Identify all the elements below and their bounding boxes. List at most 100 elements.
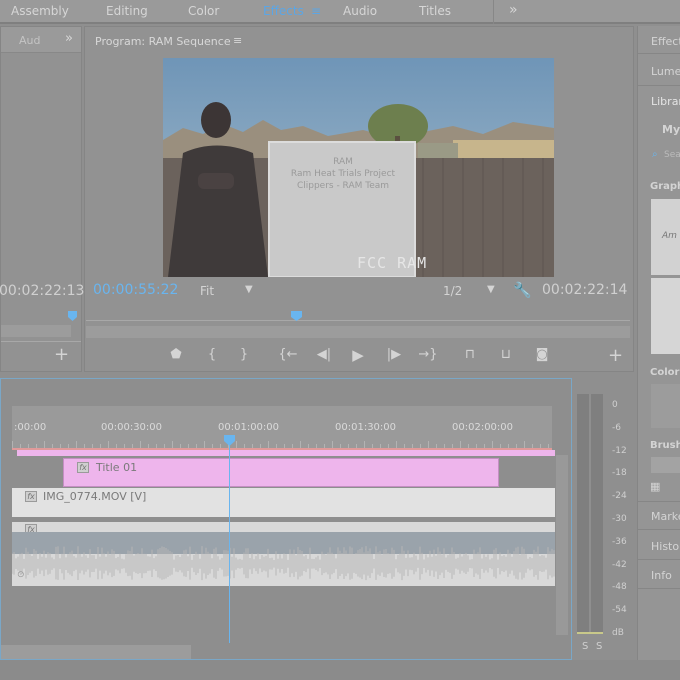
step-forward-button[interactable]: |▶ <box>384 346 404 364</box>
divider <box>638 501 680 502</box>
meter-scale-label: dB <box>612 628 624 638</box>
video-clip[interactable]: fx IMG_0774.MOV [V] <box>12 488 555 517</box>
add-marker-button[interactable]: ⬟ <box>166 346 186 364</box>
meter-scale-label: 0 <box>612 400 618 410</box>
source-zoom-bar[interactable] <box>1 325 71 337</box>
whiteboard-line: Clippers - RAM Team <box>296 181 390 191</box>
meter-scale-label: -36 <box>612 536 627 547</box>
colors-swatch[interactable] <box>651 384 680 428</box>
audio-waveform <box>12 546 555 581</box>
audio-clip[interactable]: fx ⊙ <box>12 522 555 586</box>
program-duration-timecode: 00:02:22:14 <box>542 282 628 298</box>
zoom-select[interactable]: Fit <box>200 284 214 298</box>
panel-overflow-icon[interactable]: » <box>65 31 73 46</box>
source-add-button[interactable]: + <box>54 344 69 365</box>
ruler-label: :00:00 <box>14 422 47 433</box>
library-selector[interactable]: My <box>662 123 680 136</box>
mark-out-button[interactable]: } <box>234 346 254 364</box>
program-scrubber[interactable] <box>86 306 630 326</box>
signature-thumb-text: Am <box>662 231 677 241</box>
video-caption: FCC RAM <box>357 254 428 272</box>
program-current-timecode[interactable]: 00:00:55:22 <box>93 282 178 298</box>
panel-tab-info[interactable]: Info <box>651 569 672 582</box>
program-add-button[interactable]: + <box>608 345 623 366</box>
ruler-label: 00:00:30:00 <box>101 422 163 433</box>
graphics-section-label: Graphi <box>650 181 680 192</box>
meter-floor <box>577 632 603 634</box>
program-video-frame[interactable]: RAM Ram Heat Trials Project Clippers - R… <box>163 58 554 277</box>
divider <box>638 53 680 54</box>
panel-tab-markers[interactable]: Marke <box>651 510 680 523</box>
wrench-icon[interactable]: 🔧 <box>513 281 532 299</box>
program-zoom-bar[interactable] <box>86 326 630 338</box>
audio-sync-icon: ⊙ <box>17 570 25 580</box>
extract-icon[interactable]: ⊔ <box>496 346 516 364</box>
source-playhead-icon[interactable] <box>68 311 77 321</box>
workspace-bar: Assembly Editing Color Effects ≡ Audio T… <box>0 0 680 24</box>
panel-tab-libraries[interactable]: Librar <box>651 95 680 108</box>
zoom-dropdown-icon[interactable]: ▼ <box>245 284 253 295</box>
scrubber-baseline <box>86 320 630 321</box>
divider <box>638 85 680 86</box>
meter-scale-label: -30 <box>612 514 627 524</box>
workspace-tab-assembly[interactable]: Assembly <box>11 4 69 18</box>
render-bar <box>17 450 555 456</box>
meter-scale-label: -18 <box>612 468 627 479</box>
whiteboard-line: RAM <box>333 157 353 167</box>
meter-scale-label: -48 <box>612 582 627 593</box>
search-icon[interactable]: ⌕ <box>652 149 658 160</box>
whiteboard-line: Ram Heat Trials Project <box>290 169 396 179</box>
fx-badge: fx <box>25 491 37 502</box>
solo-right-button[interactable]: S <box>596 641 602 652</box>
meter-right <box>591 394 603 634</box>
timeline-horizontal-scrollbar[interactable] <box>1 645 191 659</box>
divider <box>638 588 680 589</box>
meter-left <box>577 394 589 634</box>
graphic-thumbnail-sketch[interactable] <box>651 278 680 354</box>
meter-scale-label: -42 <box>612 559 627 570</box>
workspace-menu-icon[interactable]: ≡ <box>311 4 321 18</box>
ruler-label: 00:01:30:00 <box>335 422 397 433</box>
video-clip-label: IMG_0774.MOV [V] <box>43 490 147 503</box>
panel-tab-lumetri[interactable]: Lumet <box>651 65 680 78</box>
go-to-out-button[interactable]: →} <box>418 346 438 364</box>
divider <box>638 529 680 530</box>
play-button[interactable]: ▶ <box>348 346 368 364</box>
meter-scale-label: -12 <box>612 445 627 456</box>
ruler-label: 00:02:00:00 <box>452 422 514 433</box>
workspace-tab-color[interactable]: Color <box>188 4 219 18</box>
right-panel-column: Effect Lumet Librar My ⌕ Sea Graphi Am C… <box>637 26 680 660</box>
timeline-vertical-scrollbar[interactable] <box>556 455 568 635</box>
status-strip <box>0 660 680 680</box>
program-menu-icon[interactable]: ≡ <box>233 34 242 47</box>
library-search-input[interactable]: Sea <box>664 150 680 160</box>
title-clip-label: Title 01 <box>96 461 138 474</box>
resolution-dropdown-icon[interactable]: ▼ <box>487 284 495 295</box>
workspace-tab-editing[interactable]: Editing <box>106 4 148 18</box>
workspace-tab-audio[interactable]: Audio <box>343 4 377 18</box>
workspace-overflow-icon[interactable]: » <box>509 2 518 18</box>
source-scrubber[interactable] <box>1 341 81 342</box>
program-monitor-title[interactable]: Program: RAM Sequence <box>95 35 231 48</box>
timeline-panel: :00:00 00:00:30:00 00:01:00:00 00:01:30:… <box>0 378 572 660</box>
resolution-select[interactable]: 1/2 <box>443 284 462 298</box>
solo-left-button[interactable]: S <box>582 641 588 652</box>
audio-meters: 0 -6 -12 -18 -24 -30 -36 -42 -48 -54 dB S S <box>574 384 636 660</box>
timeline-playhead-line <box>229 445 230 643</box>
panel-tab-history[interactable]: Histor <box>651 540 680 553</box>
title-clip[interactable]: fx Title 01 <box>63 458 499 487</box>
panel-tab-effects[interactable]: Effect <box>651 35 680 48</box>
fx-badge: fx <box>77 462 89 473</box>
step-back-button[interactable]: ◀| <box>314 346 334 364</box>
library-grid-icon[interactable]: ▦ <box>650 480 660 493</box>
source-panel-header: Aud » <box>1 27 81 53</box>
tab-audio-mixer[interactable]: Aud <box>19 34 40 47</box>
mark-in-button[interactable]: { <box>202 346 222 364</box>
workspace-tab-effects[interactable]: Effects <box>263 4 304 18</box>
workspace-divider <box>493 0 494 24</box>
brush-swatch[interactable] <box>651 457 680 473</box>
lift-icon[interactable]: ⊓ <box>460 346 480 364</box>
go-to-in-button[interactable]: {← <box>278 346 298 364</box>
camera-icon[interactable]: ◙ <box>532 346 552 364</box>
workspace-tab-titles[interactable]: Titles <box>419 4 451 18</box>
